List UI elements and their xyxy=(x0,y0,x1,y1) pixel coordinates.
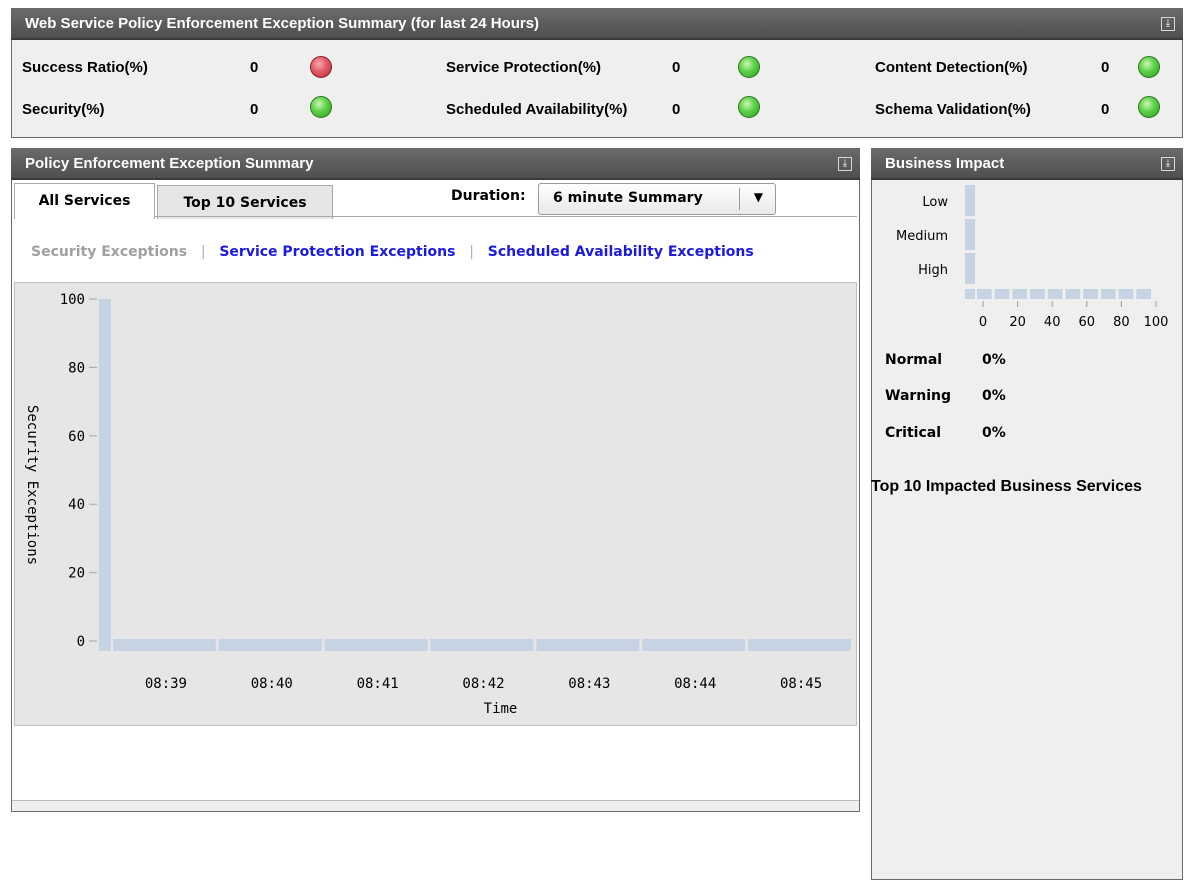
pe-panel-title: Policy Enforcement Exception Summary xyxy=(25,155,314,172)
x-tick-label: 08:41 xyxy=(357,676,399,692)
bi-x-tick-label: 100 xyxy=(1144,315,1169,330)
metric-label-security: Security(%) xyxy=(22,101,105,118)
metric-value-success-ratio: 0 xyxy=(250,59,259,76)
y-tick-label: 60 xyxy=(68,429,85,445)
link-security-exceptions: Security Exceptions xyxy=(31,244,188,260)
legend-normal-label: Normal xyxy=(885,352,943,368)
status-green-icon xyxy=(310,96,332,118)
legend-critical-value: 0% xyxy=(982,425,1006,441)
y-tick-label: 20 xyxy=(68,566,85,582)
y-tick-label: 40 xyxy=(68,497,85,513)
dropdown-arrow-icon[interactable]: ▼ xyxy=(754,190,763,204)
bi-x-axis-segment xyxy=(1136,289,1151,299)
metric-value-scheduled-availability: 0 xyxy=(672,101,681,118)
bi-axis-corner xyxy=(965,289,975,299)
bi-x-tick-label: 20 xyxy=(1009,315,1026,330)
link-scheduled-availability-exceptions[interactable]: Scheduled Availability Exceptions xyxy=(488,244,754,260)
x-tick-label: 08:45 xyxy=(780,676,822,692)
summary-panel-body: Success Ratio(%) 0 Service Protection(%)… xyxy=(11,40,1183,138)
summary-panel-header: Web Service Policy Enforcement Exception… xyxy=(11,8,1183,40)
bi-x-axis-segment xyxy=(1012,289,1028,299)
duration-dropdown[interactable]: 6 minute Summary ▼ xyxy=(538,183,776,215)
duration-selected-value: 6 minute Summary xyxy=(553,190,703,206)
x-axis-segment xyxy=(642,639,746,651)
exceptions-chart-svg: 100 80 60 40 20 0 08:39 08:40 08:41 08:42 08:43 08:… xyxy=(24,292,851,717)
x-tick-label: 08:42 xyxy=(462,676,504,692)
metric-label-scheduled-availability: Scheduled Availability(%) xyxy=(446,101,628,118)
metric-label-success-ratio: Success Ratio(%) xyxy=(22,59,148,76)
dropdown-separator xyxy=(739,188,740,210)
bi-panel-header: Business Impact ⤓ xyxy=(871,148,1183,180)
bi-y-axis-segment xyxy=(965,253,975,284)
pe-panel-header: Policy Enforcement Exception Summary ⤓ xyxy=(11,148,860,180)
bi-y-label: Medium xyxy=(896,229,948,244)
legend-warning-label: Warning xyxy=(885,388,952,404)
y-tick-label: 80 xyxy=(68,360,85,376)
link-separator: | xyxy=(191,244,215,260)
bi-x-axis-segment xyxy=(1083,289,1098,299)
x-tick-label: 08:43 xyxy=(568,676,610,692)
x-axis-segment xyxy=(536,639,640,651)
collapse-icon[interactable]: ⤓ xyxy=(838,157,852,171)
collapse-icon[interactable]: ⤓ xyxy=(1161,17,1175,31)
status-green-icon xyxy=(1138,96,1160,118)
bi-x-axis-segment xyxy=(1047,289,1063,299)
x-axis-segment xyxy=(218,639,322,651)
status-red-icon xyxy=(310,56,332,78)
summary-panel-title: Web Service Policy Enforcement Exception… xyxy=(25,15,540,32)
status-green-icon xyxy=(738,96,760,118)
bi-x-axis-segment xyxy=(994,289,1010,299)
bi-x-tick-label: 40 xyxy=(1044,315,1061,330)
bi-x-tick-label: 60 xyxy=(1079,315,1096,330)
x-axis-segment xyxy=(113,639,216,651)
y-axis-title: Security Exceptions xyxy=(24,405,40,565)
y-tick-label: 0 xyxy=(77,634,85,650)
y-tick-label: 100 xyxy=(60,292,85,308)
tab-top-10-services[interactable]: Top 10 Services xyxy=(157,185,333,219)
exception-links: Security Exceptions | Service Protection… xyxy=(31,244,754,260)
link-service-protection-exceptions[interactable]: Service Protection Exceptions xyxy=(219,244,455,260)
status-green-icon xyxy=(738,56,760,78)
link-separator: | xyxy=(460,244,483,260)
metric-value-content-detection: 0 xyxy=(1101,59,1110,76)
bi-x-axis-segment xyxy=(1030,289,1045,299)
x-tick-label: 08:44 xyxy=(674,676,716,692)
metric-label-schema-validation: Schema Validation(%) xyxy=(875,101,1031,118)
exceptions-chart: 100 80 60 40 20 0 08:39 08:40 08:41 08:42 08:43 08:… xyxy=(14,282,857,726)
bi-panel-title: Business Impact xyxy=(885,155,1005,172)
bi-x-tick-label: 80 xyxy=(1113,315,1130,330)
x-axis-segment xyxy=(430,639,534,651)
bi-y-axis-segment xyxy=(965,219,975,250)
business-impact-chart: Low Medium High 0 20 40 60 80 100 xyxy=(896,185,1169,330)
bi-x-axis-segment xyxy=(1065,289,1081,299)
bi-y-label: Low xyxy=(922,195,948,210)
duration-label: Duration: xyxy=(451,188,526,204)
legend-critical-label: Critical xyxy=(885,425,942,441)
bi-x-axis-segment xyxy=(1100,289,1116,299)
metric-value-security: 0 xyxy=(250,101,259,118)
bi-x-axis-segment xyxy=(1118,289,1134,299)
metric-label-service-protection: Service Protection(%) xyxy=(446,59,602,76)
legend-normal-value: 0% xyxy=(982,352,1006,368)
y-axis-line xyxy=(99,299,111,651)
metric-label-content-detection: Content Detection(%) xyxy=(875,59,1028,76)
tab-all-services[interactable]: All Services xyxy=(14,183,155,219)
status-green-icon xyxy=(1138,56,1160,78)
x-tick-label: 08:39 xyxy=(145,676,187,692)
metric-value-schema-validation: 0 xyxy=(1101,101,1110,118)
pe-panel-footer-strip xyxy=(12,800,859,811)
collapse-icon[interactable]: ⤓ xyxy=(1161,157,1175,171)
top10-impacted-title: Top 10 Impacted Business Services xyxy=(871,478,1142,495)
bi-y-axis-segment xyxy=(965,185,975,216)
metric-value-service-protection: 0 xyxy=(672,59,681,76)
x-axis-segment xyxy=(748,639,851,651)
x-tick-label: 08:40 xyxy=(251,676,293,692)
x-axis-title: Time xyxy=(484,701,518,717)
legend-warning-value: 0% xyxy=(982,388,1006,404)
x-axis-segment xyxy=(324,639,428,651)
bi-x-axis-segment xyxy=(977,289,992,299)
bi-y-label: High xyxy=(918,263,948,278)
bi-x-tick-label: 0 xyxy=(979,315,987,330)
